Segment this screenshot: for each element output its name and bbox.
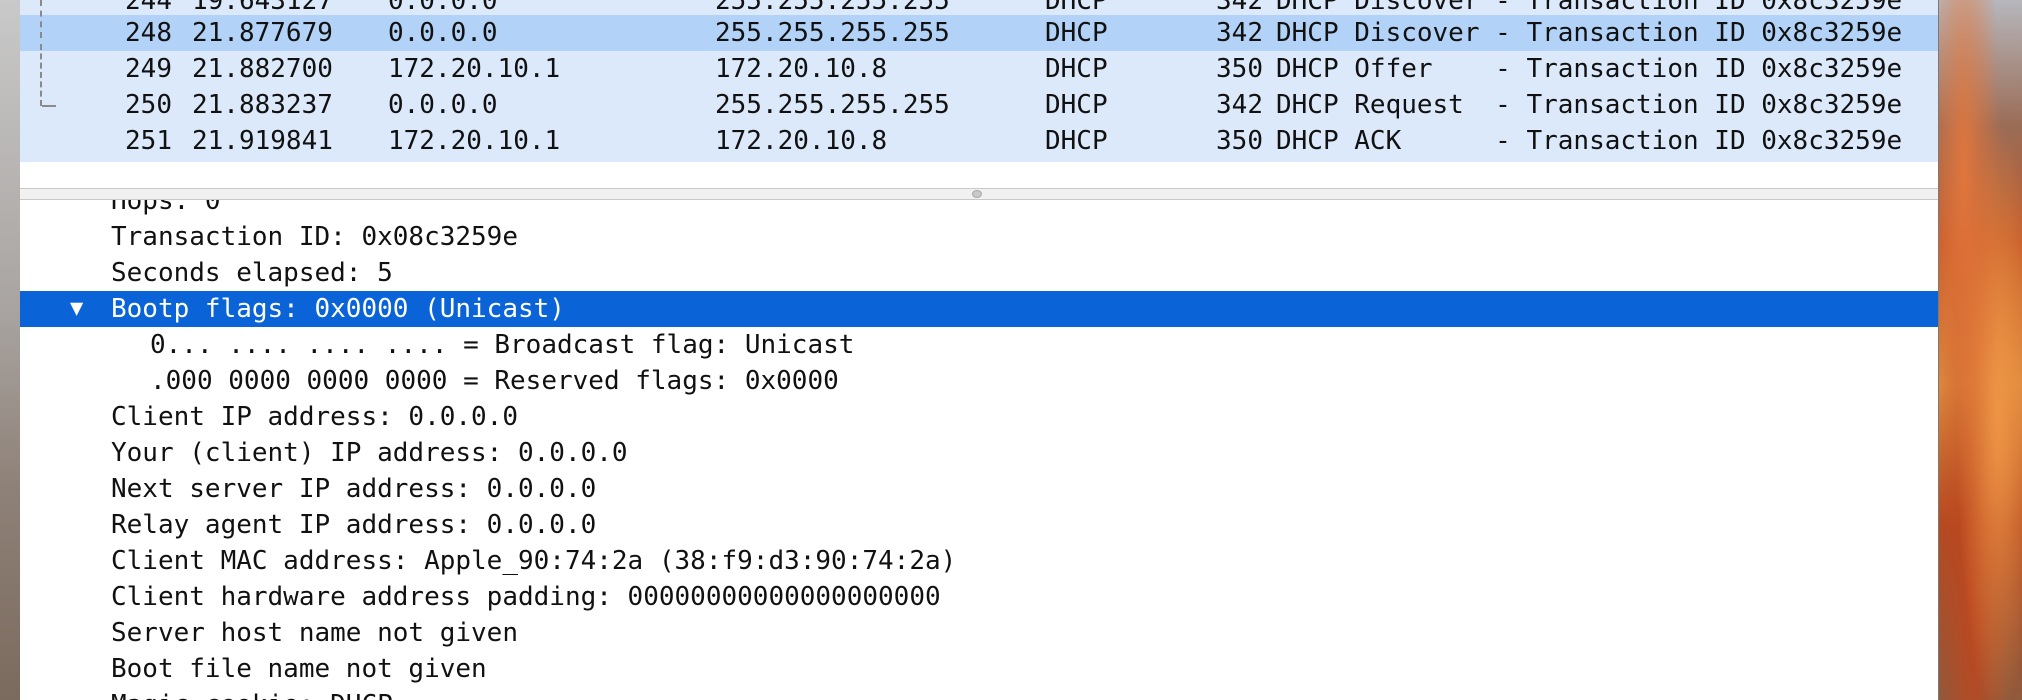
packet-length: 350	[1216, 54, 1263, 84]
detail-row-reserved-flags[interactable]: .000 0000 0000 0000 = Reserved flags: 0x…	[20, 363, 1938, 399]
detail-row-broadcast-flag[interactable]: 0... .... .... .... = Broadcast flag: Un…	[20, 327, 1938, 363]
detail-row-next-server-ip[interactable]: Next server IP address: 0.0.0.0	[20, 471, 1938, 507]
packet-destination: 172.20.10.8	[715, 126, 888, 156]
detail-text: Your (client) IP address: 0.0.0.0	[111, 438, 628, 468]
detail-row-relay-agent-ip[interactable]: Relay agent IP address: 0.0.0.0	[20, 507, 1938, 543]
detail-row-bootp-flags[interactable]: ▼ Bootp flags: 0x0000 (Unicast)	[20, 291, 1938, 327]
packet-info: DHCP Offer - Transaction ID 0x8c3259e	[1276, 54, 1903, 84]
packet-time: 21.883237	[192, 90, 333, 120]
packet-destination: 172.20.10.8	[715, 54, 888, 84]
packet-protocol: DHCP	[1045, 54, 1108, 84]
packet-time: 21.882700	[192, 54, 333, 84]
detail-row-client-ip[interactable]: Client IP address: 0.0.0.0	[20, 399, 1938, 435]
packet-length: 342	[1216, 18, 1263, 48]
desktop-edge-left	[0, 0, 20, 700]
detail-text: Hops: 0	[111, 200, 221, 216]
packet-no: 248	[125, 18, 172, 48]
detail-row-magic-cookie[interactable]: Magic cookie: DHCP	[20, 687, 1938, 700]
detail-text: Boot file name not given	[111, 654, 487, 684]
packet-destination: 255.255.255.255	[715, 90, 950, 120]
packet-no: 250	[125, 90, 172, 120]
packet-length: 342	[1216, 90, 1263, 120]
wireshark-window: 244 19.643127 0.0.0.0 255.255.255.255 DH…	[0, 0, 1938, 700]
detail-row-hops[interactable]: Hops: 0	[20, 200, 1938, 219]
packet-time: 21.919841	[192, 126, 333, 156]
packet-row[interactable]: 249 21.882700 172.20.10.1 172.20.10.8 DH…	[20, 51, 1938, 87]
detail-text: Magic cookie: DHCP	[111, 687, 393, 700]
conversation-line	[40, 0, 42, 38]
detail-text: 0... .... .... .... = Broadcast flag: Un…	[150, 330, 855, 360]
packet-no: 249	[125, 54, 172, 84]
packet-info: DHCP Discover - Transaction ID 0x8c3259e	[1276, 18, 1903, 48]
detail-row-server-host-name[interactable]: Server host name not given	[20, 615, 1938, 651]
packet-info: DHCP Request - Transaction ID 0x8c3259e	[1276, 90, 1903, 120]
expand-triangle-icon[interactable]: ▼	[70, 291, 83, 327]
detail-text: Server host name not given	[111, 618, 518, 648]
packet-details-tree[interactable]: Hops: 0 Transaction ID: 0x08c3259e Secon…	[20, 200, 1938, 700]
packet-row-selected[interactable]: 248 21.877679 0.0.0.0 255.255.255.255 DH…	[20, 15, 1938, 51]
packet-time: 21.877679	[192, 18, 333, 48]
splitter-handle[interactable]	[972, 190, 982, 198]
packet-source: 0.0.0.0	[388, 90, 498, 120]
detail-row-transaction-id[interactable]: Transaction ID: 0x08c3259e	[20, 219, 1938, 255]
desktop-wallpaper	[1938, 0, 2022, 700]
packet-row[interactable]: 250 21.883237 0.0.0.0 255.255.255.255 DH…	[20, 87, 1938, 123]
packet-list[interactable]: 244 19.643127 0.0.0.0 255.255.255.255 DH…	[20, 0, 1938, 162]
detail-text: Bootp flags: 0x0000 (Unicast)	[111, 294, 565, 324]
packet-destination: 255.255.255.255	[715, 18, 950, 48]
detail-text: Seconds elapsed: 5	[111, 258, 393, 288]
detail-row-boot-file-name[interactable]: Boot file name not given	[20, 651, 1938, 687]
detail-row-hw-padding[interactable]: Client hardware address padding: 0000000…	[20, 579, 1938, 615]
conversation-end-marker	[42, 105, 56, 107]
detail-text: Transaction ID: 0x08c3259e	[111, 222, 518, 252]
packet-length: 350	[1216, 126, 1263, 156]
packet-info: DHCP ACK - Transaction ID 0x8c3259e	[1276, 126, 1903, 156]
packet-protocol: DHCP	[1045, 18, 1108, 48]
packet-protocol: DHCP	[1045, 90, 1108, 120]
detail-text: Next server IP address: 0.0.0.0	[111, 474, 597, 504]
conversation-line	[40, 44, 42, 106]
packet-no: 251	[125, 126, 172, 156]
packet-protocol: DHCP	[1045, 126, 1108, 156]
pane-splitter[interactable]	[20, 188, 1938, 200]
detail-text: .000 0000 0000 0000 = Reserved flags: 0x…	[150, 366, 839, 396]
packet-source: 0.0.0.0	[388, 18, 498, 48]
detail-text: Client MAC address: Apple_90:74:2a (38:f…	[111, 546, 957, 576]
packet-row[interactable]: 251 21.919841 172.20.10.1 172.20.10.8 DH…	[20, 123, 1938, 159]
detail-text: Client hardware address padding: 0000000…	[111, 582, 941, 612]
detail-text: Relay agent IP address: 0.0.0.0	[111, 510, 597, 540]
packet-source: 172.20.10.1	[388, 126, 561, 156]
packet-source: 172.20.10.1	[388, 54, 561, 84]
detail-text: Client IP address: 0.0.0.0	[111, 402, 518, 432]
detail-row-your-ip[interactable]: Your (client) IP address: 0.0.0.0	[20, 435, 1938, 471]
packet-list-empty-area	[20, 162, 1938, 188]
detail-row-client-mac[interactable]: Client MAC address: Apple_90:74:2a (38:f…	[20, 543, 1938, 579]
detail-row-seconds-elapsed[interactable]: Seconds elapsed: 5	[20, 255, 1938, 291]
